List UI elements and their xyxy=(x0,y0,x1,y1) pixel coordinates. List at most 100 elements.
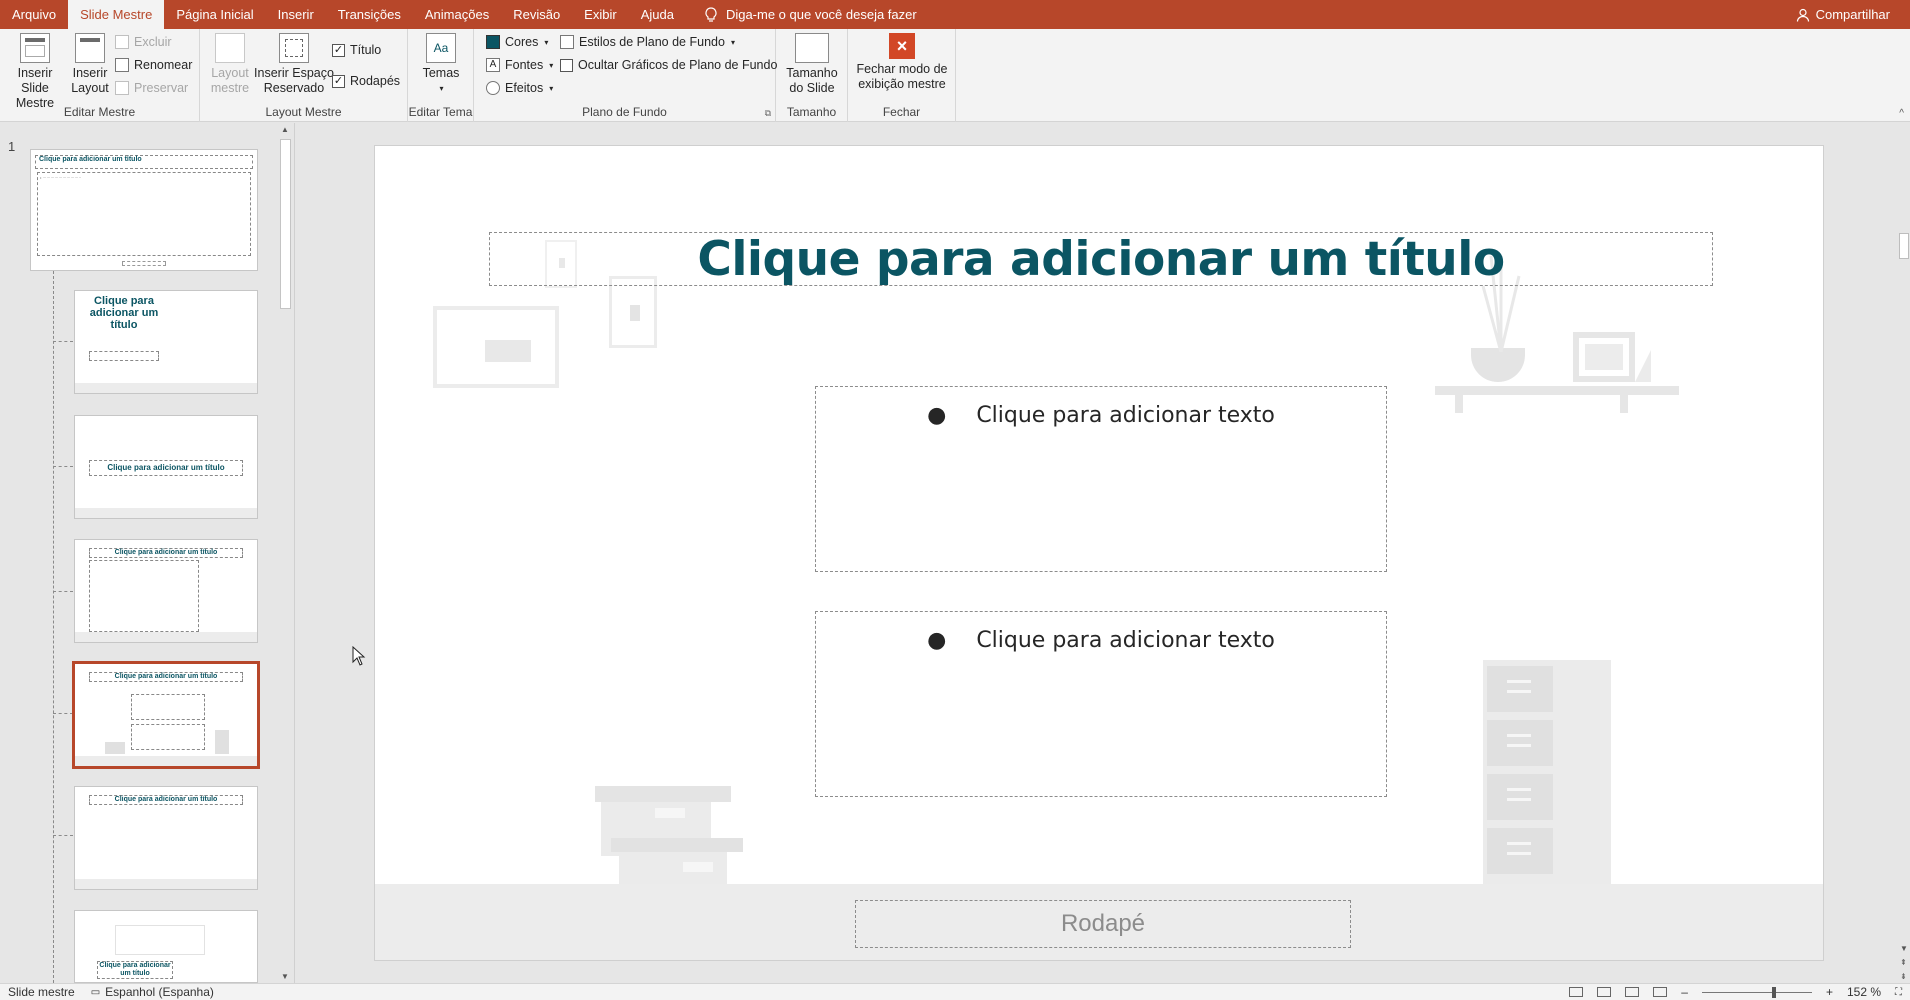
slide-master-icon xyxy=(20,33,50,63)
tab-transicoes[interactable]: Transições xyxy=(326,0,413,29)
title-placeholder[interactable]: Clique para adicionar um título xyxy=(489,232,1713,287)
shelf-bracket xyxy=(1620,395,1628,413)
slide-size-button[interactable]: Tamanho do Slide xyxy=(786,33,838,96)
effects-icon xyxy=(486,81,500,95)
language-status[interactable]: ▭ Espanhol (Espanha) xyxy=(83,985,222,999)
share-button[interactable]: Compartilhar xyxy=(1796,7,1890,22)
hide-bg-graphics-label: Ocultar Gráficos de Plano de Fundo xyxy=(578,58,778,72)
slide-editor: Clique para adicionar um título ● Clique… xyxy=(296,123,1890,983)
thumbnail-subtitle xyxy=(89,351,159,361)
tab-pagina-inicial[interactable]: Página Inicial xyxy=(164,0,265,29)
thumbnail-layout-two-content-selected[interactable]: Clique para adicionar um título xyxy=(72,661,260,769)
ribbon: Inserir Slide Mestre Inserir Layout Excl… xyxy=(0,29,1910,122)
dialog-launcher-icon[interactable]: ⧉ xyxy=(765,108,771,119)
insert-layout-button[interactable]: Inserir Layout xyxy=(68,33,112,96)
thumbnail-layout-picture[interactable]: Clique para adicionar um título xyxy=(74,910,258,983)
normal-view-icon[interactable] xyxy=(1569,987,1584,997)
thumbnail-master[interactable]: Clique para adicionar um título • ······… xyxy=(30,149,258,271)
chevron-down-icon: ▾ xyxy=(544,37,549,47)
switch-decoration xyxy=(609,276,657,348)
tab-revisao[interactable]: Revisão xyxy=(501,0,572,29)
title-checkbox-label: Título xyxy=(350,43,382,57)
content-placeholder-text: Clique para adicionar texto xyxy=(976,628,1275,653)
layout-master-button[interactable]: Layout mestre xyxy=(208,33,252,96)
chevron-down-icon: ▾ xyxy=(549,83,554,93)
collapse-ribbon-icon[interactable]: ^ xyxy=(1899,108,1904,119)
slide-sorter-view-icon[interactable] xyxy=(1597,987,1612,997)
delete-icon xyxy=(115,35,129,49)
insert-placeholder-button[interactable]: Inserir Espaço Reservado xyxy=(254,33,334,96)
scrollbar-thumb[interactable] xyxy=(280,139,291,309)
connector-branch xyxy=(53,341,73,342)
bullet-icon: ● xyxy=(927,403,947,428)
previous-slide-icon[interactable]: ⇞ xyxy=(1900,958,1907,967)
zoom-slider[interactable] xyxy=(1701,986,1812,998)
colors-label: Cores xyxy=(505,35,539,49)
group-layout-mestre: Layout mestre Inserir Espaço Reservado ✓… xyxy=(200,29,408,122)
zoom-out-icon[interactable]: – xyxy=(1681,985,1688,999)
fit-to-window-icon[interactable]: ⛶ xyxy=(1895,987,1902,998)
slide-size-icon xyxy=(795,33,829,63)
close-master-view-button[interactable]: × Fechar modo de exibição mestre xyxy=(856,33,948,92)
paint-bucket-icon xyxy=(560,35,574,49)
hide-bg-graphics-checkbox[interactable]: Ocultar Gráficos de Plano de Fundo xyxy=(560,58,777,72)
scrollbar-thumb[interactable] xyxy=(1899,233,1909,259)
editor-scrollbar[interactable]: ▼ ⇞ ⇟ xyxy=(1898,123,1910,983)
slideshow-view-icon[interactable] xyxy=(1653,987,1668,997)
zoom-level[interactable]: 152 % xyxy=(1847,985,1881,999)
bg-styles-button[interactable]: Estilos de Plano de Fundo ▾ xyxy=(560,35,735,49)
tab-exibir[interactable]: Exibir xyxy=(572,0,629,29)
thumbnail-floor xyxy=(75,508,257,518)
tab-animacoes[interactable]: Animações xyxy=(413,0,501,29)
chevron-down-icon: ▾ xyxy=(439,84,444,93)
insert-slide-master-button[interactable]: Inserir Slide Mestre xyxy=(4,33,66,111)
effects-button[interactable]: Efeitos ▾ xyxy=(486,81,553,95)
delete-button[interactable]: Excluir xyxy=(115,35,172,49)
tab-arquivo[interactable]: Arquivo xyxy=(0,0,68,29)
chevron-down-icon: ▾ xyxy=(549,60,554,70)
scroll-down-icon[interactable]: ▼ xyxy=(281,972,289,981)
tab-inserir[interactable]: Inserir xyxy=(266,0,326,29)
preserve-button[interactable]: Preservar xyxy=(115,81,188,95)
thumbnail-deco xyxy=(115,925,205,955)
scroll-up-icon[interactable]: ▲ xyxy=(281,125,289,134)
thumbnail-boxes xyxy=(105,742,125,754)
fonts-label: Fontes xyxy=(505,58,544,72)
footer-checkbox[interactable]: ✓ Rodapés xyxy=(332,74,400,88)
thumbnail-layout-section[interactable]: Clique para adicionar um título xyxy=(74,415,258,519)
themes-button[interactable]: Aa Temas ▾ xyxy=(418,33,464,96)
thumbnail-title: Clique para adicionar um título xyxy=(89,795,243,805)
zoom-slider-knob[interactable] xyxy=(1771,986,1776,998)
content-placeholder-bottom[interactable]: ● Clique para adicionar texto xyxy=(815,611,1387,797)
thumbnail-body: • ····························· xyxy=(37,172,251,256)
view-mode-status: Slide mestre xyxy=(8,985,75,999)
reading-view-icon[interactable] xyxy=(1625,987,1640,997)
content-placeholder-top[interactable]: ● Clique para adicionar texto xyxy=(815,386,1387,572)
thumbnail-layout-content[interactable]: Clique para adicionar um título xyxy=(74,539,258,643)
photo-frame-decoration xyxy=(1573,332,1635,382)
footer-placeholder[interactable]: Rodapé xyxy=(855,900,1351,948)
thumbnail-body xyxy=(131,724,205,750)
thumbnail-scrollbar[interactable]: ▲ ▼ xyxy=(278,123,293,983)
zoom-in-icon[interactable]: + xyxy=(1826,985,1833,999)
tell-me-box[interactable]: Diga-me o que você deseja fazer xyxy=(704,6,917,23)
thumbnail-pane: 1 Clique para adicionar um título • ····… xyxy=(0,123,295,983)
tab-slide-mestre[interactable]: Slide Mestre xyxy=(68,0,165,29)
thumbnail-title: Clique para adicionar um título xyxy=(89,460,243,476)
thumbnail-layout-title-slide[interactable]: Clique para adicionar um título xyxy=(74,290,258,394)
group-tamanho: Tamanho do Slide Tamanho xyxy=(776,29,848,122)
connector-branch xyxy=(53,591,73,592)
thumbnail-layout-title-only[interactable]: Clique para adicionar um título xyxy=(74,786,258,890)
group-plano-de-fundo: Cores ▾ A Fontes ▾ Efeitos ▾ Estilos de Pla… xyxy=(474,29,777,122)
fonts-button[interactable]: A Fontes ▾ xyxy=(486,58,553,72)
next-slide-icon[interactable]: ⇟ xyxy=(1900,972,1907,981)
title-checkbox[interactable]: ✓ Título xyxy=(332,43,381,57)
thumbnail-floor xyxy=(75,756,257,766)
colors-button[interactable]: Cores ▾ xyxy=(486,35,548,49)
tab-ajuda[interactable]: Ajuda xyxy=(629,0,686,29)
group-label-plano-de-fundo: Plano de Fundo xyxy=(582,105,667,119)
close-icon: × xyxy=(889,33,915,59)
scroll-down-icon[interactable]: ▼ xyxy=(1900,944,1908,953)
rename-button[interactable]: Renomear xyxy=(115,58,192,72)
bullet-icon: ● xyxy=(927,628,947,653)
